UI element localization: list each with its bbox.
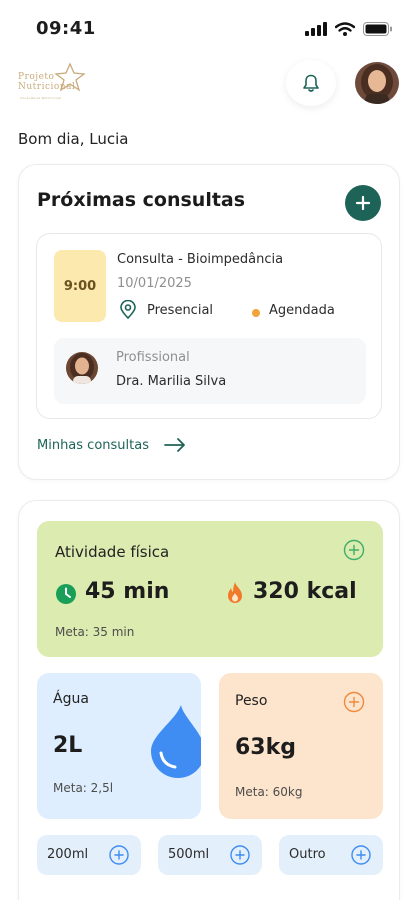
user-avatar[interactable] — [355, 62, 399, 104]
greeting: Bom dia, Lucia — [18, 130, 129, 148]
logo-line-1: Projeto — [18, 72, 55, 82]
activity-kcal: 320 kcal — [253, 579, 357, 604]
professional-box: Profissional Dra. Marilia Silva — [54, 338, 366, 404]
plus-icon — [355, 195, 371, 211]
arrow-right-icon — [164, 438, 185, 452]
weight-card[interactable]: Peso 63kg Meta: 60kg — [219, 673, 383, 819]
activity-card[interactable]: Atividade física 45 min 320 kcal Meta: 3… — [37, 521, 383, 657]
quick-add-500ml[interactable]: 500ml — [158, 835, 262, 875]
professional-label: Profissional — [116, 350, 190, 365]
appointment-time: 9:00 — [54, 250, 106, 322]
weight-goal: Meta: 60kg — [235, 785, 303, 799]
health-card: Atividade física 45 min 320 kcal Meta: 3… — [18, 500, 400, 900]
activity-title: Atividade física — [55, 543, 170, 561]
water-goal: Meta: 2,5l — [53, 781, 114, 795]
weight-title: Peso — [235, 693, 268, 709]
plus-circle-icon — [230, 845, 250, 865]
logo-line-2: Nutricional — [18, 82, 76, 92]
add-appointment-button[interactable] — [345, 185, 381, 221]
water-title: Água — [53, 691, 89, 707]
avatar-photo — [355, 62, 399, 104]
quick-add-label: Outro — [289, 847, 326, 862]
fire-icon — [228, 582, 242, 603]
wifi-icon — [335, 22, 355, 36]
status-dot — [252, 309, 260, 317]
professional-name: Dra. Marilia Silva — [116, 374, 227, 389]
location-pin-icon — [120, 300, 136, 320]
water-value: 2L — [53, 733, 83, 758]
add-activity-icon[interactable] — [343, 539, 365, 561]
brand-logo: Projeto Nutricional Consultoria Nutricio… — [18, 62, 90, 106]
plus-circle-icon — [109, 845, 129, 865]
appointments-card: Próximas consultas 9:00 Consulta - Bioim… — [18, 164, 400, 480]
status-bar: 09:41 — [0, 0, 417, 56]
my-appointments-link[interactable]: Minhas consultas — [37, 437, 187, 453]
appointment-mode: Presencial — [147, 303, 214, 318]
battery-icon — [363, 22, 392, 36]
quick-add-label: 200ml — [47, 847, 89, 862]
appointments-title: Próximas consultas — [37, 189, 246, 211]
status-time: 09:41 — [36, 18, 96, 39]
activity-minutes: 45 min — [85, 579, 170, 604]
professional-avatar — [66, 352, 98, 384]
professional-photo — [66, 352, 98, 384]
my-appointments-label: Minhas consultas — [37, 437, 149, 453]
status-icons — [305, 22, 393, 36]
quick-add-other[interactable]: Outro — [279, 835, 383, 875]
plus-circle-icon — [351, 845, 371, 865]
appointment-title: Consulta - Bioimpedância — [117, 252, 284, 267]
quick-add-200ml[interactable]: 200ml — [37, 835, 141, 875]
appointment-status: Agendada — [269, 303, 335, 318]
appointment-item[interactable]: 9:00 Consulta - Bioimpedância 10/01/2025… — [36, 233, 382, 419]
logo-tagline: Consultoria Nutricional — [20, 96, 62, 100]
add-weight-icon[interactable] — [343, 691, 365, 713]
bell-icon — [303, 74, 319, 92]
appointment-date: 10/01/2025 — [117, 276, 192, 291]
clock-icon — [56, 584, 76, 604]
notifications-button[interactable] — [286, 60, 336, 106]
weight-value: 63kg — [235, 735, 296, 760]
signal-icon — [305, 22, 327, 36]
water-card[interactable]: Água 2L Meta: 2,5l — [37, 673, 201, 819]
activity-goal: Meta: 35 min — [55, 625, 135, 639]
water-drop-icon — [151, 705, 201, 778]
quick-add-label: 500ml — [168, 847, 210, 862]
